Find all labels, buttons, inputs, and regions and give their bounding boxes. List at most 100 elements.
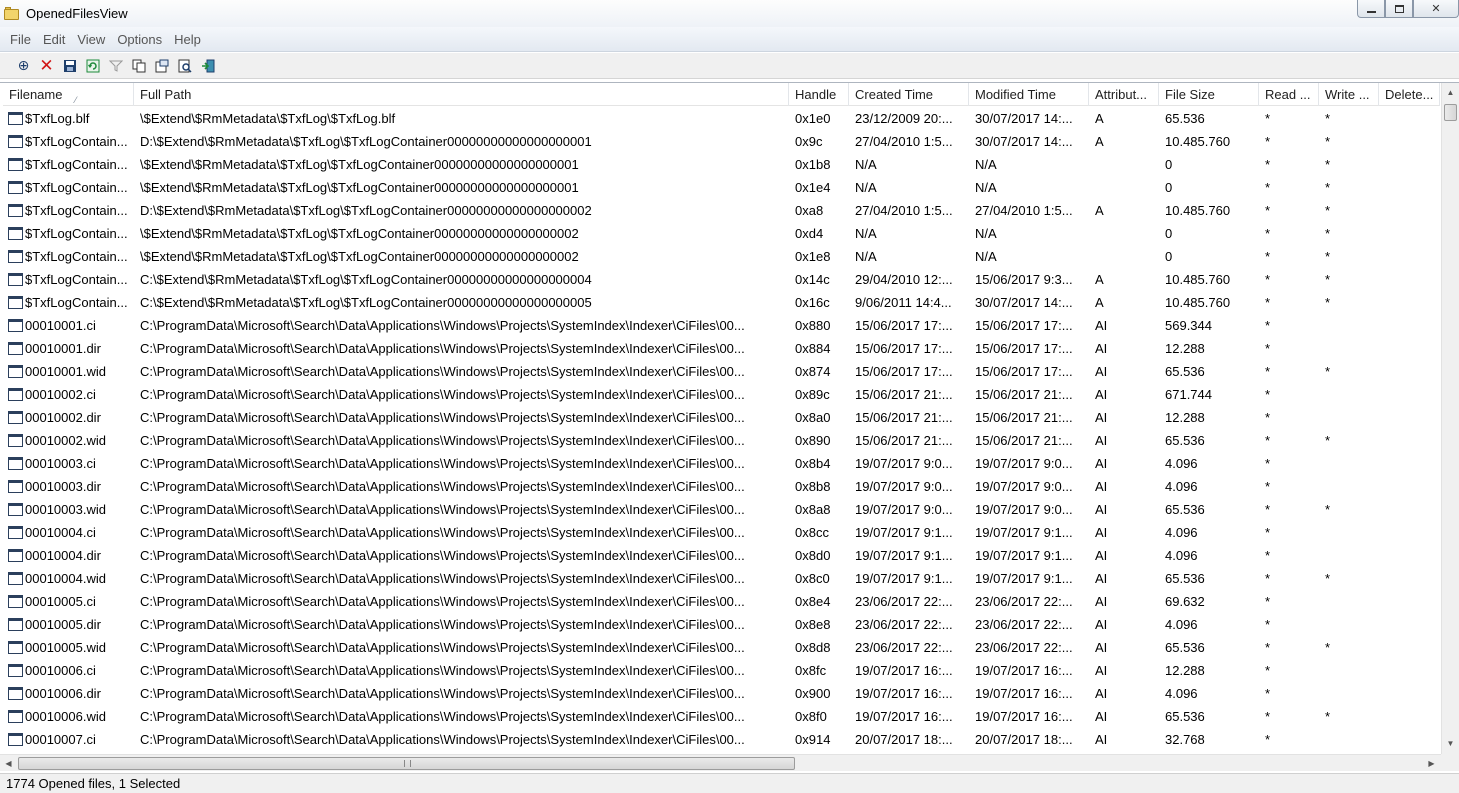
table-row[interactable]: 00010001.wid C:\ProgramData\Microsoft\Sea… bbox=[3, 360, 1440, 383]
delete-access-cell bbox=[1379, 222, 1440, 245]
table-row[interactable]: $TxfLogContain... \$Extend\$RmMetadata\$T… bbox=[3, 245, 1440, 268]
table-row[interactable]: 00010005.wid C:\ProgramData\Microsoft\Sea… bbox=[3, 636, 1440, 659]
table-row[interactable]: $TxfLogContain... D:\$Extend\$RmMetadata\… bbox=[3, 130, 1440, 153]
scroll-right-arrow-icon[interactable]: ▶ bbox=[1423, 755, 1440, 771]
column-header-delete-access[interactable]: Delete... bbox=[1379, 83, 1440, 106]
file-window-icon bbox=[8, 158, 23, 171]
filename-cell-text: $TxfLogContain... bbox=[25, 249, 128, 264]
full-path-cell-text: C:\ProgramData\Microsoft\Search\Data\App… bbox=[140, 410, 745, 425]
horizontal-scrollbar[interactable]: ◀ ▶ bbox=[0, 754, 1441, 771]
filter-icon[interactable] bbox=[104, 55, 127, 77]
modified-time-cell: N/A bbox=[969, 245, 1089, 268]
file-window-icon bbox=[8, 204, 23, 217]
filename-cell: 00010003.wid bbox=[3, 498, 134, 521]
created-time-cell-text: 15/06/2017 17:... bbox=[855, 364, 953, 379]
table-row[interactable]: 00010005.ci C:\ProgramData\Microsoft\Sear… bbox=[3, 590, 1440, 613]
column-header-full-path[interactable]: Full Path bbox=[134, 83, 789, 106]
table-row[interactable]: 00010005.dir C:\ProgramData\Microsoft\Sea… bbox=[3, 613, 1440, 636]
folder-icon bbox=[4, 6, 20, 21]
filename-cell-text: $TxfLogContain... bbox=[25, 157, 128, 172]
table-row[interactable]: $TxfLogContain... D:\$Extend\$RmMetadata\… bbox=[3, 199, 1440, 222]
scroll-left-arrow-icon[interactable]: ◀ bbox=[0, 755, 17, 771]
column-header-handle[interactable]: Handle bbox=[789, 83, 849, 106]
save-icon[interactable] bbox=[58, 55, 81, 77]
table-row[interactable]: 00010003.wid C:\ProgramData\Microsoft\Sea… bbox=[3, 498, 1440, 521]
write-access-cell: * bbox=[1319, 153, 1379, 176]
handle-cell-text: 0x1e0 bbox=[795, 111, 831, 126]
column-header-modified-time[interactable]: Modified Time bbox=[969, 83, 1089, 106]
full-path-cell: C:\ProgramData\Microsoft\Search\Data\App… bbox=[134, 659, 789, 682]
scroll-up-arrow-icon[interactable]: ▲ bbox=[1442, 84, 1459, 101]
vertical-scroll-thumb[interactable] bbox=[1444, 104, 1457, 121]
file-size-cell: 65.536 bbox=[1159, 360, 1259, 383]
grip-icon bbox=[404, 760, 411, 767]
column-header-attributes[interactable]: Attribut... bbox=[1089, 83, 1159, 106]
column-header-filename[interactable]: Filename ⁄ bbox=[3, 83, 134, 106]
close-window-button[interactable]: ✕ bbox=[1413, 0, 1459, 18]
modified-time-cell: 19/07/2017 9:0... bbox=[969, 452, 1089, 475]
file-size-cell: 4.096 bbox=[1159, 475, 1259, 498]
table-row[interactable]: 00010004.wid C:\ProgramData\Microsoft\Sea… bbox=[3, 567, 1440, 590]
refresh-icon[interactable] bbox=[81, 55, 104, 77]
filename-cell-text: 00010005.ci bbox=[25, 594, 96, 609]
created-time-cell-text: 9/06/2011 14:4... bbox=[855, 295, 952, 310]
table-row[interactable]: 00010002.dir C:\ProgramData\Microsoft\Sea… bbox=[3, 406, 1440, 429]
created-time-cell: 27/04/2010 1:5... bbox=[849, 130, 969, 153]
menu-edit[interactable]: Edit bbox=[37, 27, 71, 52]
column-header-created-time[interactable]: Created Time bbox=[849, 83, 969, 106]
full-path-cell-text: C:\ProgramData\Microsoft\Search\Data\App… bbox=[140, 525, 745, 540]
table-row[interactable]: 00010003.ci C:\ProgramData\Microsoft\Sear… bbox=[3, 452, 1440, 475]
maximize-button[interactable] bbox=[1385, 0, 1413, 18]
table-row[interactable]: 00010001.dir C:\ProgramData\Microsoft\Sea… bbox=[3, 337, 1440, 360]
created-time-cell: 15/06/2017 17:... bbox=[849, 337, 969, 360]
restore-icon bbox=[1394, 4, 1404, 13]
modified-time-cell: 15/06/2017 17:... bbox=[969, 360, 1089, 383]
close-handle-x-icon[interactable]: ✕ bbox=[35, 55, 58, 77]
attributes-cell-text: AI bbox=[1095, 456, 1108, 471]
vertical-scrollbar[interactable]: ▲ ▼ bbox=[1441, 83, 1459, 754]
table-row[interactable]: $TxfLogContain... C:\$Extend\$RmMetadata\… bbox=[3, 291, 1440, 314]
handle-cell: 0xa8 bbox=[789, 199, 849, 222]
file-size-cell: 69.632 bbox=[1159, 590, 1259, 613]
minimize-button[interactable] bbox=[1357, 0, 1385, 18]
properties-crosshair-icon[interactable]: ⊕ bbox=[12, 55, 35, 77]
column-header-file-size[interactable]: File Size bbox=[1159, 83, 1259, 106]
html-report-icon[interactable] bbox=[150, 55, 173, 77]
exit-icon[interactable] bbox=[196, 55, 219, 77]
write-access-cell: * bbox=[1319, 199, 1379, 222]
table-row[interactable]: 00010002.wid C:\ProgramData\Microsoft\Sea… bbox=[3, 429, 1440, 452]
table-row[interactable]: 00010001.ci C:\ProgramData\Microsoft\Sear… bbox=[3, 314, 1440, 337]
table-row[interactable]: $TxfLogContain... \$Extend\$RmMetadata\$T… bbox=[3, 222, 1440, 245]
table-row[interactable]: 00010007.ci C:\ProgramData\Microsoft\Sear… bbox=[3, 728, 1440, 751]
table-row[interactable]: 00010006.ci C:\ProgramData\Microsoft\Sear… bbox=[3, 659, 1440, 682]
file-size-cell: 65.536 bbox=[1159, 498, 1259, 521]
copy-icon[interactable] bbox=[127, 55, 150, 77]
table-row[interactable]: 00010003.dir C:\ProgramData\Microsoft\Sea… bbox=[3, 475, 1440, 498]
table-row[interactable]: 00010006.dir C:\ProgramData\Microsoft\Sea… bbox=[3, 682, 1440, 705]
table-row[interactable]: 00010002.ci C:\ProgramData\Microsoft\Sear… bbox=[3, 383, 1440, 406]
opened-files-list[interactable]: Filename ⁄ Full Path Handle Created Time Modi… bbox=[0, 82, 1459, 771]
menu-view[interactable]: View bbox=[71, 27, 111, 52]
table-row[interactable]: $TxfLog.blf \$Extend\$RmMetadata\$TxfLog\… bbox=[3, 107, 1440, 130]
scroll-down-arrow-icon[interactable]: ▼ bbox=[1442, 735, 1459, 752]
write-access-cell bbox=[1319, 475, 1379, 498]
menu-file[interactable]: File bbox=[0, 27, 37, 52]
attributes-cell: AI bbox=[1089, 613, 1159, 636]
find-icon[interactable] bbox=[173, 55, 196, 77]
full-path-cell: C:\$Extend\$RmMetadata\$TxfLog\$TxfLogCo… bbox=[134, 291, 789, 314]
table-row[interactable]: $TxfLogContain... \$Extend\$RmMetadata\$T… bbox=[3, 176, 1440, 199]
read-access-cell-text: * bbox=[1265, 709, 1271, 724]
column-header-write-access[interactable]: Write ... bbox=[1319, 83, 1379, 106]
menu-help[interactable]: Help bbox=[168, 27, 207, 52]
table-row[interactable]: $TxfLogContain... C:\$Extend\$RmMetadata\… bbox=[3, 268, 1440, 291]
full-path-cell: C:\ProgramData\Microsoft\Search\Data\App… bbox=[134, 567, 789, 590]
table-row[interactable]: 00010004.ci C:\ProgramData\Microsoft\Sear… bbox=[3, 521, 1440, 544]
horizontal-scroll-thumb[interactable] bbox=[18, 757, 795, 770]
write-access-cell: * bbox=[1319, 429, 1379, 452]
table-row[interactable]: 00010004.dir C:\ProgramData\Microsoft\Sea… bbox=[3, 544, 1440, 567]
menu-options[interactable]: Options bbox=[111, 27, 168, 52]
column-header-read-access[interactable]: Read ... bbox=[1259, 83, 1319, 106]
table-row[interactable]: 00010006.wid C:\ProgramData\Microsoft\Sea… bbox=[3, 705, 1440, 728]
table-row[interactable]: $TxfLogContain... \$Extend\$RmMetadata\$T… bbox=[3, 153, 1440, 176]
created-time-cell: 23/12/2009 20:... bbox=[849, 107, 969, 130]
